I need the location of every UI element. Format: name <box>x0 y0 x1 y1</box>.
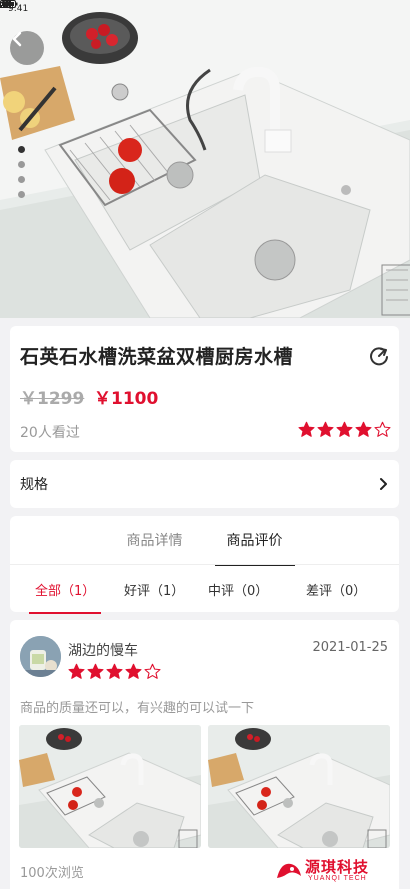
spec-label: 规格 <box>20 477 48 493</box>
product-title: 石英石水槽洗菜盆双槽厨房水槽 <box>20 346 294 368</box>
star-filled-icon <box>68 663 85 679</box>
browse-count: 100次浏览 <box>20 866 84 881</box>
star-filled-icon <box>317 421 334 437</box>
gallery-indicator <box>18 146 25 198</box>
battery-icon <box>0 0 18 8</box>
star-filled-icon <box>87 663 104 679</box>
star-empty-icon <box>374 421 391 437</box>
gallery-dot[interactable] <box>18 161 25 168</box>
chevron-left-icon <box>12 31 22 47</box>
filter-all[interactable]: 全部（1） <box>28 580 102 614</box>
sale-price: ￥1100 <box>94 389 159 409</box>
brand-name: 源琪科技 <box>305 858 370 876</box>
star-filled-icon <box>298 421 315 437</box>
gallery-dot[interactable] <box>18 191 25 198</box>
avatar <box>20 636 61 677</box>
review-rating <box>68 663 161 680</box>
gallery-dot[interactable] <box>18 146 25 153</box>
review-text: 商品的质量还可以，有兴趣的可以试一下 <box>20 701 255 716</box>
spec-selector[interactable]: 规格 <box>10 460 399 508</box>
original-price: ￥1299 <box>20 389 85 409</box>
review-photo[interactable] <box>19 725 201 848</box>
reviewer-name: 湖边的慢车 <box>68 643 138 659</box>
brand-watermark: 源琪科技 YUANQI TECH <box>275 856 395 886</box>
star-filled-icon <box>106 663 123 679</box>
status-bar: 9:41 <box>0 0 410 18</box>
review-card: 湖边的慢车 2021-01-25 商品的质量还可以，有兴趣的可以试一下 100次… <box>10 620 399 889</box>
product-rating <box>298 421 391 438</box>
view-count: 20人看过 <box>20 425 80 441</box>
back-button[interactable] <box>10 31 44 65</box>
filter-negative[interactable]: 差评（0） <box>306 580 366 599</box>
tabs-card: 商品详情 商品评价 全部（1） 好评（1） 中评（0） 差评（0） <box>10 516 399 614</box>
chevron-right-icon <box>380 478 387 490</box>
brand-logo-icon <box>277 863 301 878</box>
avatar-image <box>20 636 61 677</box>
star-filled-icon <box>336 421 353 437</box>
review-filters: 全部（1） 好评（1） 中评（0） 差评（0） <box>10 564 399 614</box>
product-info-card: 石英石水槽洗菜盆双槽厨房水槽 ￥1299 ￥1100 20人看过 <box>10 326 399 452</box>
star-filled-icon <box>125 663 142 679</box>
filter-neutral[interactable]: 中评（0） <box>208 580 268 599</box>
filter-positive[interactable]: 好评（1） <box>124 580 184 599</box>
sink-photo <box>0 0 410 318</box>
review-photo-image <box>208 725 390 848</box>
star-filled-icon <box>355 421 372 437</box>
review-photo[interactable] <box>208 725 390 848</box>
gallery-dot[interactable] <box>18 176 25 183</box>
tab-details[interactable]: 商品详情 <box>127 526 183 554</box>
star-empty-icon <box>144 663 161 679</box>
product-image-gallery[interactable]: 9:41 <box>0 0 410 318</box>
review-date: 2021-01-25 <box>312 640 388 655</box>
tab-reviews[interactable]: 商品评价 <box>214 526 295 566</box>
share-icon[interactable] <box>368 345 390 367</box>
detail-tabs: 商品详情 商品评价 <box>10 516 399 566</box>
review-photo-image <box>19 725 201 848</box>
brand-subtitle: YUANQI TECH <box>308 875 367 882</box>
